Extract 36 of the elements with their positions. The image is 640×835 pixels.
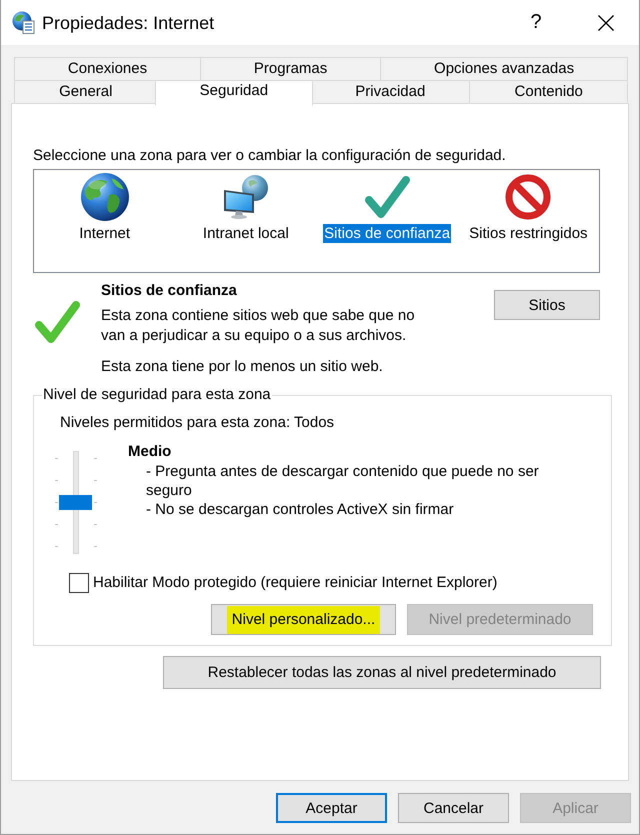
globe-icon — [80, 173, 129, 221]
window-title: Propiedades: Internet — [42, 12, 214, 34]
tab[interactable]: General — [14, 80, 158, 105]
zone-title: Sitios de confianza — [101, 281, 238, 301]
zone-description: Esta zona contiene sitios web que sabe que no van a perjudicar a su equipo o a sus archivos. — [101, 306, 416, 346]
zone-note: Esta zona tiene por lo menos un sitio web. — [101, 357, 384, 377]
zone-item[interactable]: Intranet local — [175, 173, 316, 243]
zone-item[interactable]: Sitios restringidos — [458, 173, 599, 243]
slider-thumb[interactable] — [59, 495, 92, 510]
instruction-text: Seleccione una zona para ver o cambiar la configuración de seguridad. — [33, 146, 507, 166]
tab[interactable]: Seguridad — [154, 80, 314, 106]
tab[interactable]: Conexiones — [14, 57, 201, 82]
sites-button[interactable]: Sitios — [494, 290, 600, 320]
globe-document-icon — [12, 11, 35, 34]
zone-item[interactable]: Sitios de confianza — [316, 173, 458, 243]
checkbox[interactable] — [69, 573, 89, 593]
monitor-globe-icon — [222, 173, 270, 221]
check-icon — [33, 298, 81, 346]
dialog-button[interactable]: Cancelar — [398, 793, 509, 823]
level-detail: - Pregunta antes de descargar contenido que puede no ser seguro — [146, 462, 540, 500]
group-legend: Nivel de seguridad para esta zona — [42, 385, 272, 405]
checkbox-label[interactable]: Habilitar Modo protegido (requiere reiniciar Internet Explorer) — [93, 573, 498, 593]
close-icon — [598, 14, 614, 30]
help-button[interactable]: ? — [513, 6, 559, 38]
level-detail: - No se descargan controles ActiveX sin firmar — [146, 500, 455, 519]
slider-track[interactable] — [55, 451, 97, 554]
allowed-levels-text: Niveles permitidos para esta zona: Todos — [59, 413, 336, 433]
zone-item[interactable]: Internet — [34, 173, 176, 243]
tab[interactable]: Contenido — [469, 80, 628, 105]
tab[interactable]: Opciones avanzadas — [380, 57, 628, 82]
reset-zones-button[interactable]: Restablecer todas las zonas al nivel predeterminado — [163, 656, 601, 689]
check-icon — [363, 173, 412, 221]
level-button[interactable]: Nivel personalizado... — [211, 604, 396, 635]
no-entry-icon — [504, 173, 552, 221]
dialog-button[interactable]: Aceptar — [276, 793, 387, 823]
level-name: Medio — [128, 442, 172, 462]
